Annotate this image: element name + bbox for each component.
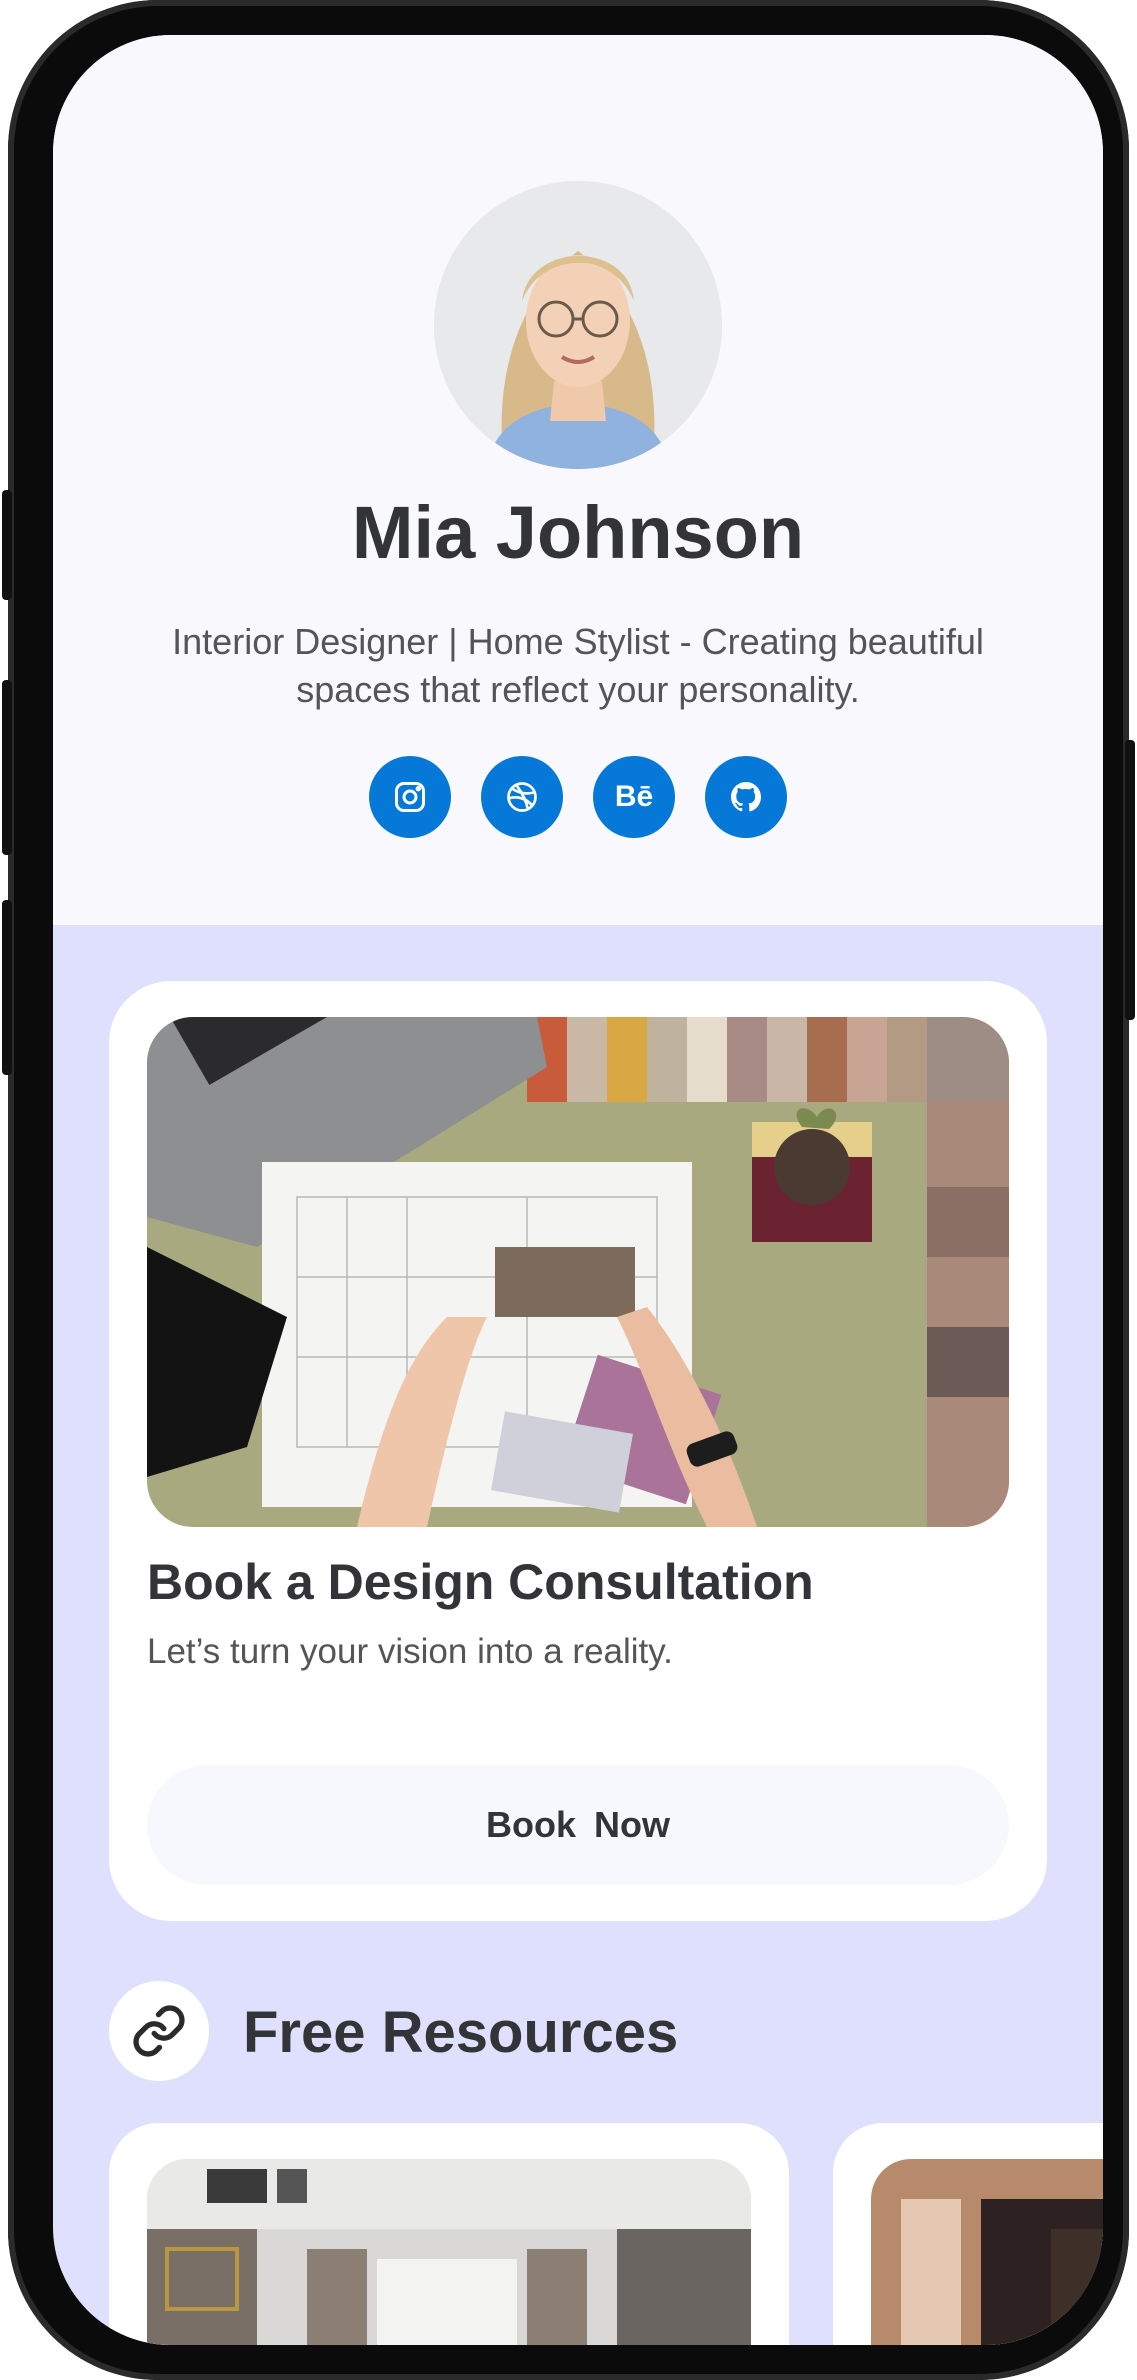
consultation-card[interactable]: Book a Design Consultation Let’s turn yo…: [109, 981, 1047, 1921]
consultation-image: [147, 1017, 1009, 1527]
phone-volume-down: [2, 900, 12, 1075]
book-now-button[interactable]: Book Now: [147, 1765, 1009, 1885]
profile-bio: Interior Designer | Home Stylist - Creat…: [172, 621, 984, 710]
resources-link-icon-badge: [109, 1981, 209, 2081]
consultation-title: Book a Design Consultation: [147, 1554, 814, 1610]
social-links: Bē: [53, 756, 1103, 838]
profile-section: Mia Johnson Interior Designer | Home Sty…: [53, 35, 1103, 925]
resource-card[interactable]: [833, 2123, 1103, 2345]
link-icon: [133, 2005, 185, 2057]
dribbble-icon: [507, 782, 537, 812]
screen: Mia Johnson Interior Designer | Home Sty…: [53, 35, 1103, 2345]
behance-button[interactable]: Bē: [593, 756, 675, 838]
resources-title: Free Resources: [243, 2000, 679, 2065]
dribbble-button[interactable]: [481, 756, 563, 838]
instagram-icon: [395, 782, 425, 812]
phone-power-button: [1125, 740, 1135, 1020]
behance-icon: Bē: [614, 780, 654, 813]
phone-side-button: [2, 490, 12, 600]
resource-card[interactable]: [109, 2123, 789, 2345]
consultation-subtitle: Let’s turn your vision into a reality.: [147, 1632, 673, 1671]
resource-image: [871, 2159, 1103, 2345]
resource-image: [147, 2159, 751, 2345]
phone-frame: Mia Johnson Interior Designer | Home Sty…: [2, 0, 1135, 2380]
github-button[interactable]: [705, 756, 787, 838]
github-icon: [731, 782, 762, 812]
phone-volume-up: [2, 680, 12, 855]
instagram-button[interactable]: [369, 756, 451, 838]
profile-name: Mia Johnson: [351, 491, 805, 574]
avatar: [434, 181, 722, 469]
